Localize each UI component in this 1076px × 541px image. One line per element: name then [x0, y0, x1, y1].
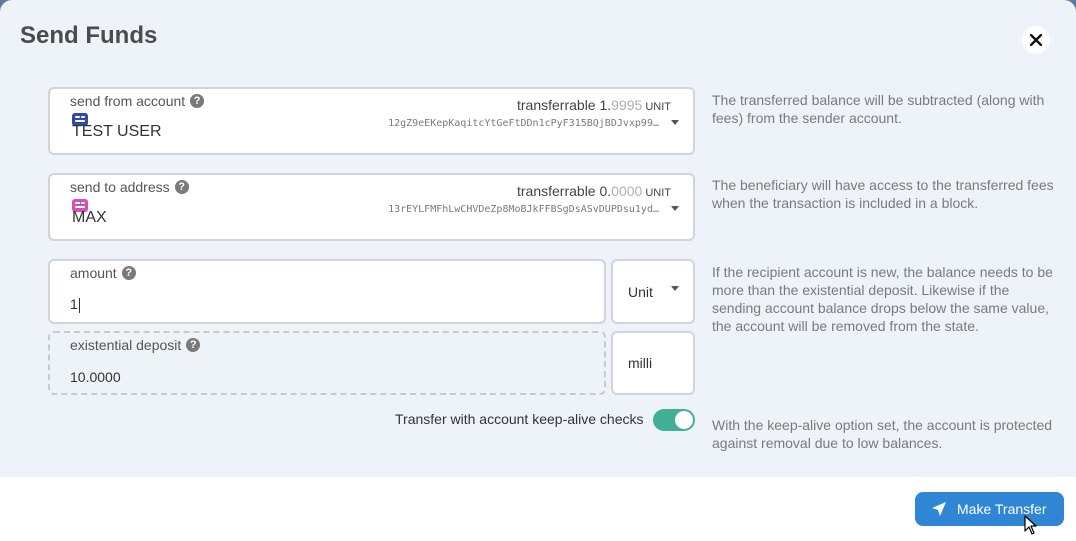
existential-unit-label: milli — [628, 355, 653, 371]
from-account-address: 12gZ9eEKepKaqitcYtGeFtDDn1cPyF315BQjBDJv… — [388, 118, 659, 129]
amount-field[interactable]: amount ? 1 — [48, 259, 606, 324]
to-account-name: MAX — [72, 209, 107, 226]
amount-unit-label: Unit — [628, 284, 653, 300]
send-funds-modal: Send Funds send from account ? transferr… — [0, 0, 1076, 541]
text-cursor — [78, 297, 80, 313]
from-help-text: The transferred balance will be subtract… — [712, 92, 1045, 126]
to-address-label: send to address — [70, 179, 170, 195]
existential-deposit-value: 10.0000 — [70, 369, 121, 385]
to-transferrable: transferrable 0.0000 UNIT — [517, 183, 671, 199]
amount-unit-select[interactable]: Unit — [611, 259, 695, 324]
amount-label: amount — [70, 265, 117, 281]
amount-help-text: If the recipient account is new, the bal… — [712, 264, 1053, 334]
make-transfer-button[interactable]: Make Transfer — [915, 492, 1064, 526]
help-icon[interactable]: ? — [121, 266, 136, 280]
toggle-knob — [675, 411, 693, 429]
existential-unit: milli — [611, 331, 695, 395]
to-account-address: 13rEYLFMFhLwCHVDeZp8MoBJkFFBSgDsASvDUPDs… — [388, 204, 659, 215]
help-icon[interactable]: ? — [186, 338, 201, 352]
help-icon[interactable]: ? — [174, 180, 189, 194]
chevron-down-icon[interactable] — [671, 120, 679, 125]
from-transferrable: transferrable 1.9995 UNIT — [517, 97, 671, 113]
amount-input[interactable]: 1 — [70, 296, 80, 313]
from-account-select[interactable]: send from account ? transferrable 1.9995… — [48, 87, 695, 155]
chevron-down-icon[interactable] — [671, 286, 679, 291]
existential-deposit-field: existential deposit ? 10.0000 — [48, 331, 606, 395]
close-icon — [1030, 34, 1042, 46]
keepalive-toggle[interactable] — [653, 409, 695, 431]
from-account-name: TEST USER — [72, 123, 162, 140]
to-address-select[interactable]: send to address ? transferrable 0.0000 UN… — [48, 173, 695, 241]
existential-deposit-label: existential deposit — [70, 337, 182, 353]
help-icon[interactable]: ? — [190, 94, 205, 108]
from-account-label: send from account — [70, 93, 186, 109]
modal-title: Send Funds — [20, 22, 158, 49]
close-button[interactable] — [1022, 26, 1050, 54]
chevron-down-icon[interactable] — [671, 206, 679, 211]
mouse-pointer-icon — [1024, 515, 1037, 535]
keepalive-label: Transfer with account keep-alive checks — [395, 411, 644, 427]
keepalive-help-text: With the keep-alive option set, the acco… — [712, 417, 1053, 451]
to-help-text: The beneficiary will have access to the … — [712, 177, 1054, 211]
paper-plane-icon — [932, 502, 946, 516]
